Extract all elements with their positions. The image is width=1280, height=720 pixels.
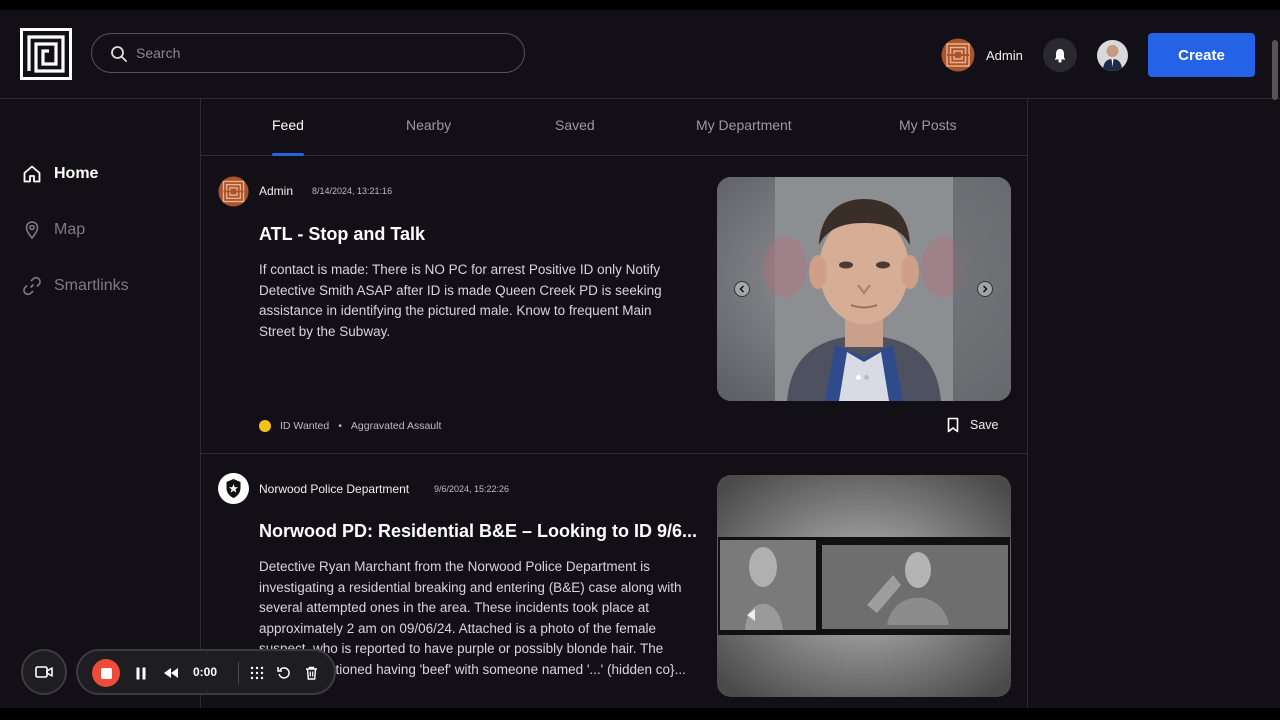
recording-timer: 0:00 [193,665,218,679]
delete-recording-button[interactable] [302,664,320,682]
post-title[interactable]: Norwood PD: Residential B&E – Looking to… [259,521,697,542]
feed-column: Feed Nearby Saved My Department My Posts… [200,99,1028,708]
user-avatar[interactable] [1097,40,1128,71]
bookmark-icon [947,417,959,433]
tab-nearby[interactable]: Nearby [406,117,451,133]
post-body: If contact is made: There is NO PC for a… [259,262,662,339]
feed-tabs: Feed Nearby Saved My Department My Posts [201,99,1028,156]
bell-icon [1054,48,1066,63]
chevron-left-icon [739,285,745,293]
search-input[interactable] [136,41,506,65]
tab-feed[interactable]: Feed [272,117,304,133]
user-avatar-icon [1097,40,1128,71]
sidebar-item-home[interactable]: Home [22,162,98,186]
police-badge-icon [218,473,249,504]
stop-recording-button[interactable] [92,659,120,687]
screen-recorder-toolbar: 0:00 [76,649,336,695]
restart-icon [277,667,290,679]
carousel-prev-button[interactable] [734,281,750,297]
pause-icon [136,667,146,679]
trash-icon [305,666,317,680]
search-bar[interactable] [91,33,525,73]
post-tags: ID Wanted • Aggravated Assault [259,420,441,432]
top-border [0,0,1280,10]
sidebar-item-smartlinks[interactable]: Smartlinks [22,274,129,298]
notifications-button[interactable] [1043,38,1077,72]
post-author[interactable]: Norwood Police Department [259,482,409,496]
save-button[interactable]: Save [946,417,999,433]
map-pin-icon [25,221,39,240]
pause-button[interactable] [132,664,150,682]
link-icon [23,276,41,296]
author-avatar-icon [218,176,249,207]
surveillance-photo [717,475,1011,697]
feed-post[interactable]: Admin 8/14/2024, 13:21:16 ATL - Stop and… [201,156,1028,454]
carousel-dot[interactable] [856,375,861,380]
post-image-carousel[interactable] [717,475,1011,697]
category-tag: Aggravated Assault [350,420,442,432]
carousel-dots [856,375,872,380]
tag-separator: • [338,420,342,432]
org-avatar-icon [941,38,975,72]
tab-my-posts[interactable]: My Posts [899,117,957,133]
top-header: Admin Create [0,10,1280,100]
suspect-photo [717,177,1011,401]
post-image-carousel[interactable] [717,177,1011,401]
tab-saved[interactable]: Saved [555,117,595,133]
carousel-dot[interactable] [864,375,869,380]
current-org-menu[interactable]: Admin [941,37,1023,73]
brand-logo-icon[interactable] [20,28,72,80]
dot-grid-icon [250,666,264,680]
post-timestamp: 8/14/2024, 13:21:16 [312,186,393,196]
carousel-next-button[interactable] [977,281,993,297]
sidebar-item-label: Smartlinks [54,277,129,294]
sidebar-item-map[interactable]: Map [22,218,85,242]
post-title[interactable]: ATL - Stop and Talk [259,224,425,245]
save-label: Save [970,418,999,432]
video-camera-icon [35,666,53,678]
grid-button[interactable] [248,664,266,682]
search-icon [111,46,127,62]
app-window: Admin Create Home [0,0,1280,720]
chevron-right-icon [982,285,988,293]
create-button[interactable]: Create [1148,33,1255,77]
camera-toggle-button[interactable] [21,649,67,695]
tab-my-department[interactable]: My Department [696,117,792,133]
sidebar-item-label: Map [54,221,86,238]
rewind-icon [164,668,178,678]
post-timestamp: 9/6/2024, 15:22:26 [434,484,510,494]
org-name: Admin [986,47,1023,63]
home-icon [23,165,41,183]
page-scrollbar[interactable] [1272,40,1278,100]
status-dot-icon [259,420,271,432]
post-author[interactable]: Admin [259,184,293,198]
restart-button[interactable] [275,664,293,682]
toolbar-divider [238,662,239,684]
bottom-border [0,708,1280,720]
sidebar-item-label: Home [54,165,99,182]
rewind-button[interactable] [162,664,180,682]
status-badge: ID Wanted [280,420,330,432]
stop-icon [100,667,112,679]
